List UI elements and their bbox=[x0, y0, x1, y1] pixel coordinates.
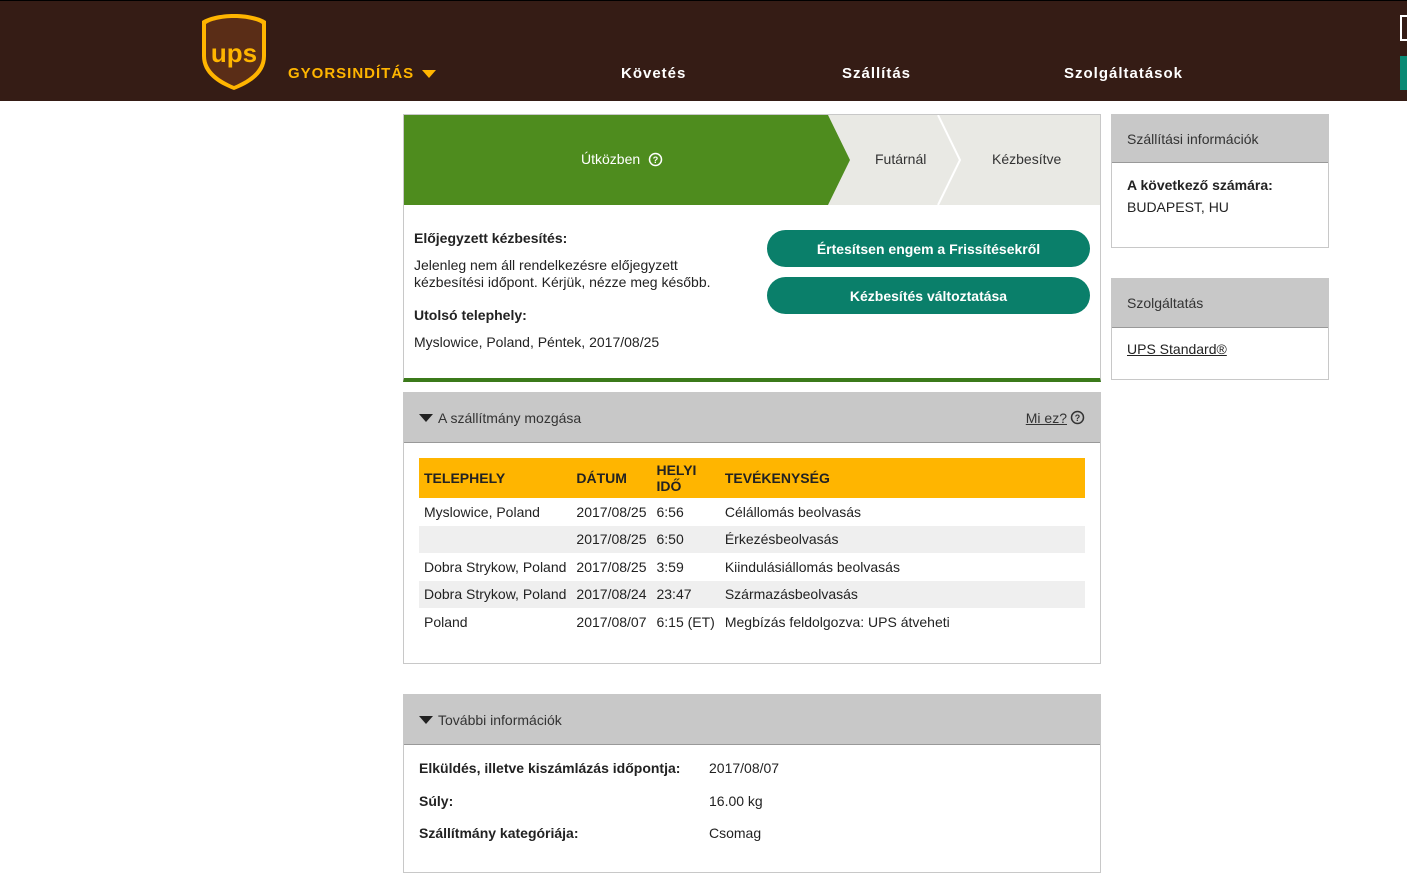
cell-location: Myslowice, Poland bbox=[424, 503, 540, 520]
shipment-movement-panel: A szállítmány mozgása Mi ez? ? TELEPHELY… bbox=[403, 392, 1101, 664]
nav-services[interactable]: Szolgáltatások bbox=[1064, 65, 1183, 82]
additional-info-panel: További információk Elküldés, illetve ki… bbox=[403, 694, 1101, 873]
cell-date: 2017/08/25 bbox=[576, 558, 647, 575]
notify-updates-button[interactable]: Értesítsen engem a Frissítésekről bbox=[767, 230, 1090, 267]
cell-location: Dobra Strykow, Poland bbox=[424, 558, 567, 575]
table-header-row: TELEPHELY DÁTUM HELYI IDŐ TEVÉKENYSÉG bbox=[419, 458, 1085, 498]
col-location: TELEPHELY bbox=[419, 458, 572, 498]
movement-table: TELEPHELY DÁTUM HELYI IDŐ TEVÉKENYSÉG My… bbox=[419, 458, 1085, 636]
cell-activity: Kiindulásiállomás beolvasás bbox=[724, 558, 900, 575]
step-delivered: Kézbesítve bbox=[992, 151, 1062, 167]
table-row: Myslowice, Poland 2017/08/25 6:56 Céláll… bbox=[419, 498, 1085, 526]
col-activity: TEVÉKENYSÉG bbox=[719, 458, 1085, 498]
cell-activity: Származásbeolvasás bbox=[719, 580, 1085, 608]
shipping-info-card: Szállítási információk A következő számá… bbox=[1111, 114, 1329, 248]
scheduled-delivery-text: Jelenleg nem áll rendelkezésre előjegyze… bbox=[414, 257, 711, 290]
shipping-info-title: Szállítási információk bbox=[1112, 115, 1328, 163]
nav-tracking[interactable]: Követés bbox=[621, 65, 686, 82]
cell-date: 2017/08/25 bbox=[571, 525, 652, 553]
what-is-this-link[interactable]: Mi ez? ? bbox=[1026, 410, 1085, 426]
cell-time: 23:47 bbox=[651, 580, 720, 608]
col-date: DÁTUM bbox=[571, 458, 652, 498]
cell-time: 6:50 bbox=[651, 525, 720, 553]
cell-date: 2017/08/24 bbox=[571, 580, 652, 608]
cell-time: 6:15 (ET) bbox=[656, 613, 715, 630]
svg-text:?: ? bbox=[653, 155, 659, 165]
table-row: Dobra Strykow, Poland 2017/08/25 3:59 Ki… bbox=[419, 553, 1085, 581]
table-row: Dobra Strykow, Poland 2017/08/24 23:47 S… bbox=[419, 580, 1085, 608]
cell-date: 2017/08/25 bbox=[576, 503, 647, 520]
what-is-this-label: Mi ez? bbox=[1025, 409, 1067, 426]
additional-info-header[interactable]: További információk bbox=[404, 695, 1100, 745]
cell-activity: Célállomás beolvasás bbox=[724, 503, 862, 520]
service-card: Szolgáltatás UPS Standard® bbox=[1111, 278, 1329, 380]
weight-value: 16.00 kg bbox=[709, 793, 763, 809]
help-circle-icon: ? bbox=[1070, 410, 1085, 425]
cell-date: 2017/08/07 bbox=[576, 613, 647, 630]
last-location-value: Myslowice, Poland, Péntek, 2017/08/25 bbox=[414, 334, 660, 350]
collapse-triangle-icon bbox=[419, 413, 433, 422]
category-value: Csomag bbox=[709, 825, 762, 841]
ship-date-value: 2017/08/07 bbox=[709, 760, 780, 776]
table-row: 2017/08/25 6:50 Érkezésbeolvasás bbox=[419, 525, 1085, 553]
additional-info-title: További információk bbox=[438, 711, 562, 728]
edge-search-box[interactable] bbox=[1400, 15, 1407, 41]
caret-down-icon bbox=[422, 69, 437, 78]
service-link[interactable]: UPS Standard® bbox=[1127, 341, 1227, 357]
tracking-status-box: Útközben ? Futárnál Kézbesítve Előjegyze… bbox=[403, 114, 1101, 382]
cell-time: 6:56 bbox=[656, 503, 684, 520]
change-delivery-button[interactable]: Kézbesítés változtatása bbox=[767, 277, 1090, 314]
movement-title: A szállítmány mozgása bbox=[438, 409, 582, 426]
next-recipient-label: A következő számára: bbox=[1127, 177, 1273, 193]
cell-activity: Megbízás feldolgozva: UPS átveheti bbox=[724, 613, 950, 630]
svg-text:ups: ups bbox=[211, 38, 257, 68]
step-in-transit-label: Útközben bbox=[581, 151, 641, 167]
nav-shipping[interactable]: Szállítás bbox=[842, 65, 911, 82]
next-recipient-value: BUDAPEST, HU bbox=[1127, 199, 1229, 215]
table-row: Poland 2017/08/07 6:15 (ET) Megbízás fel… bbox=[419, 608, 1085, 636]
weight-label: Súly: bbox=[419, 793, 454, 809]
cell-activity: Érkezésbeolvasás bbox=[719, 525, 1085, 553]
cell-location: Dobra Strykow, Poland bbox=[419, 580, 572, 608]
category-label: Szállítmány kategóriája: bbox=[419, 825, 579, 841]
quick-start-menu[interactable]: GYORSINDÍTÁS bbox=[288, 65, 437, 82]
cell-location: Poland bbox=[424, 613, 468, 630]
service-title: Szolgáltatás bbox=[1112, 279, 1328, 328]
col-local-time: HELYI IDŐ bbox=[651, 458, 720, 498]
help-circle-icon[interactable]: ? bbox=[648, 152, 663, 167]
ups-logo-icon[interactable]: ups bbox=[200, 12, 268, 92]
collapse-triangle-icon bbox=[419, 715, 433, 724]
svg-text:?: ? bbox=[1075, 413, 1081, 423]
movement-panel-header[interactable]: A szállítmány mozgása Mi ez? ? bbox=[404, 393, 1100, 443]
quick-start-label: GYORSINDÍTÁS bbox=[288, 65, 415, 82]
step-in-transit: Útközben ? bbox=[581, 151, 663, 167]
ship-date-label: Elküldés, illetve kiszámlázás időpontja: bbox=[419, 760, 681, 776]
last-location-label: Utolsó telephely: bbox=[414, 307, 527, 323]
cell-time: 3:59 bbox=[656, 558, 684, 575]
top-header: ups GYORSINDÍTÁS Követés Szállítás Szolg… bbox=[0, 0, 1407, 101]
cell-location bbox=[419, 525, 572, 553]
scheduled-delivery-label: Előjegyzett kézbesítés: bbox=[414, 230, 568, 246]
step-with-courier: Futárnál bbox=[875, 151, 927, 167]
edge-green-button[interactable] bbox=[1400, 56, 1407, 90]
